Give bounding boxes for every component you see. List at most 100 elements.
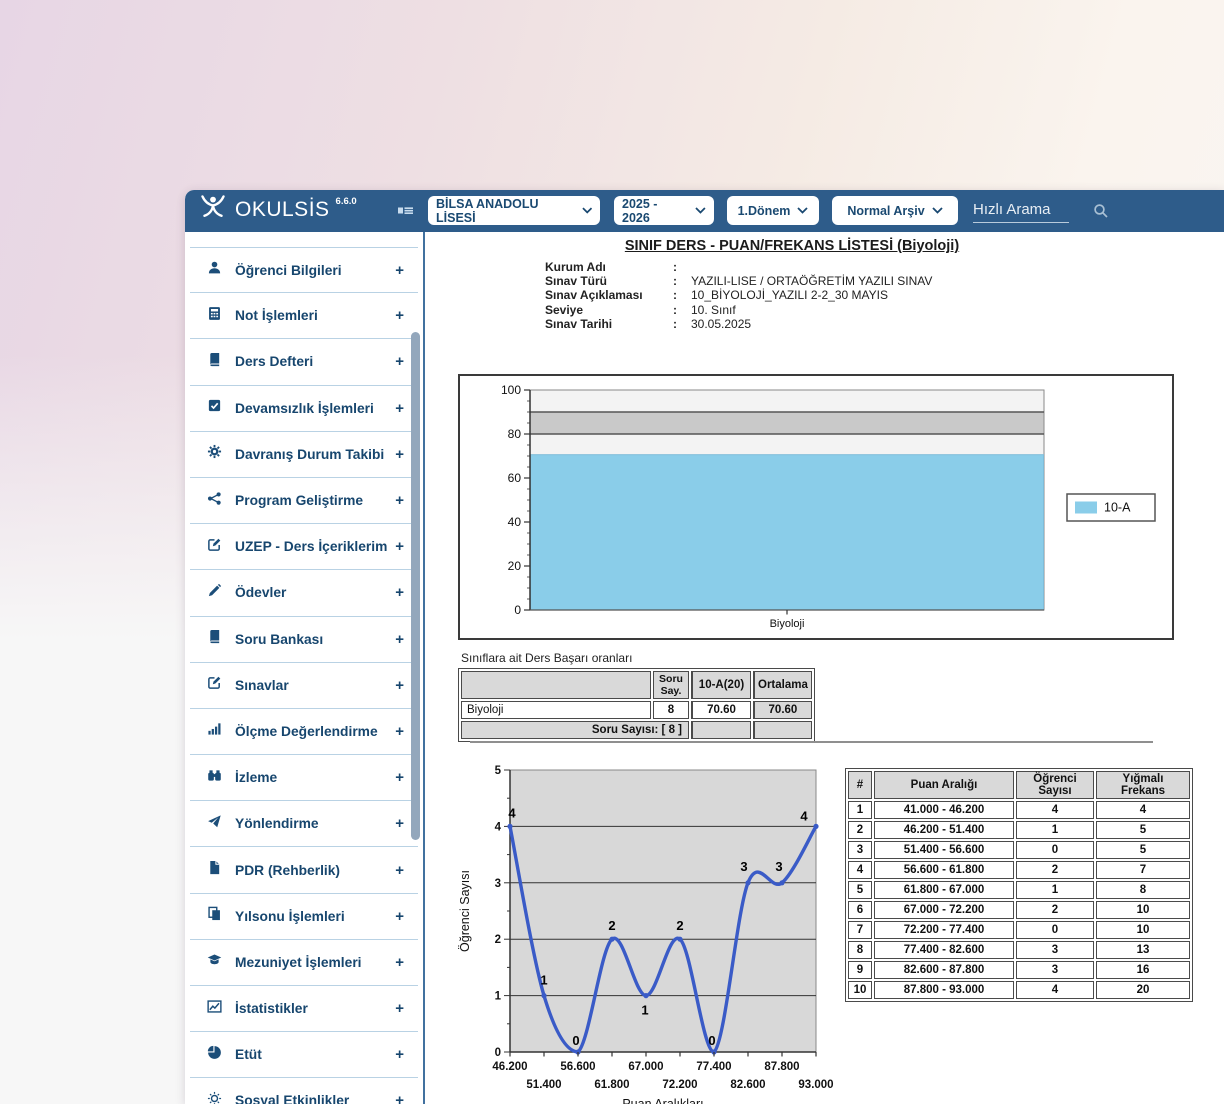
point-label: 2 <box>676 918 683 933</box>
bar-y-tick: 100 <box>501 383 521 397</box>
search-input[interactable] <box>973 197 1069 223</box>
school-year-value: 2025 - 2026 <box>622 197 688 225</box>
bar-y-tick: 20 <box>508 559 522 573</box>
celebration-icon <box>207 1091 222 1104</box>
sidebar-item-not-i-lemleri[interactable]: Not İşlemleri + <box>190 293 418 339</box>
freq-table-cell: 5 <box>1096 841 1190 859</box>
line-x-tick: 82.600 <box>730 1079 765 1091</box>
sidebar-item-soru-bankas-[interactable]: Soru Bankası+ <box>190 617 418 663</box>
sidebar-item-i-statistikler[interactable]: İstatistikler+ <box>190 986 418 1032</box>
expand-plus-icon[interactable]: + <box>395 353 404 370</box>
freq-table-row: 982.600 - 87.800316 <box>848 961 1190 979</box>
school-year-select[interactable]: 2025 - 2026 <box>614 196 714 225</box>
expand-plus-icon[interactable]: + <box>395 1000 404 1017</box>
freq-header-row: #Puan AralığıÖğrenci SayısıYığmalı Freka… <box>848 771 1190 799</box>
freq-table-cell: 4 <box>1016 981 1094 999</box>
school-select[interactable]: BİLSA ANADOLU LİSESİ <box>428 196 600 225</box>
info-separator: : <box>673 274 691 288</box>
bar-y-tick: 40 <box>508 515 522 529</box>
archive-select[interactable]: Normal Arşiv <box>832 196 958 225</box>
expand-plus-icon[interactable]: + <box>395 631 404 648</box>
search-icon[interactable] <box>1093 203 1109 219</box>
sidebar-item--l-me-de-erlendirme[interactable]: Ölçme Değerlendirme+ <box>190 709 418 755</box>
legend-label: 10-A <box>1104 501 1131 515</box>
sidebar-item-label: Ödevler <box>235 585 286 600</box>
menu-toggle-icon[interactable] <box>397 203 414 218</box>
sidebar-item-i-zleme[interactable]: İzleme+ <box>190 755 418 801</box>
freq-table-cell: 5 <box>1096 821 1190 839</box>
sidebar-item-program-geli-tirme[interactable]: Program Geliştirme+ <box>190 478 418 524</box>
line-y-tick: 0 <box>495 1047 501 1059</box>
point-label: 1 <box>641 1003 648 1018</box>
expand-plus-icon[interactable]: + <box>395 538 404 555</box>
sidebar-item-label: Not İşlemleri <box>235 308 318 323</box>
expand-plus-icon[interactable]: + <box>395 492 404 509</box>
sidebar-item-sosyal-etkinlikler[interactable]: Sosyal Etkinlikler+ <box>190 1078 418 1104</box>
sidebar-item-ders-defteri[interactable]: Ders Defteri+ <box>190 339 418 385</box>
expand-plus-icon[interactable]: + <box>395 677 404 694</box>
bar-y-tick: 80 <box>508 427 522 441</box>
expand-plus-icon[interactable]: + <box>395 262 404 279</box>
info-label: Sınav Tarihi <box>545 317 673 331</box>
network-icon <box>207 491 222 511</box>
sidebar-item-pdr-rehberlik-[interactable]: PDR (Rehberlik)+ <box>190 847 418 893</box>
expand-plus-icon[interactable]: + <box>395 446 404 463</box>
expand-plus-icon[interactable]: + <box>395 307 404 324</box>
expand-plus-icon[interactable]: + <box>395 908 404 925</box>
freq-table-row: 1087.800 - 93.000420 <box>848 981 1190 999</box>
sidebar-item-s-navlar[interactable]: Sınavlar+ <box>190 663 418 709</box>
sidebar-item--devler[interactable]: Ödevler + <box>190 570 418 616</box>
expand-plus-icon[interactable]: + <box>395 769 404 786</box>
freq-table-cell: 6 <box>848 901 872 919</box>
info-separator: : <box>673 317 691 331</box>
sidebar-item-davran-durum-takibi[interactable]: Davranış Durum Takibi + <box>190 432 418 478</box>
sidebar-item-uzep-ders-i-eriklerim[interactable]: UZEP - Ders İçeriklerim+ <box>190 524 418 570</box>
okulsis-logo[interactable]: OKULSİS 6.6.0 <box>197 194 357 226</box>
expand-plus-icon[interactable]: + <box>395 1092 404 1104</box>
success-cell-class-score: 70.60 <box>691 701 751 719</box>
expand-plus-icon[interactable]: + <box>395 954 404 971</box>
sidebar-item-mezuniyet-i-lemleri[interactable]: Mezuniyet İşlemleri+ <box>190 940 418 986</box>
sidebar-item--renci-bilgileri[interactable]: Öğrenci Bilgileri+ <box>190 247 418 293</box>
chevron-down-icon <box>582 207 592 214</box>
line-x-tick: 61.800 <box>594 1079 629 1091</box>
info-label: Sınav Açıklaması <box>545 288 673 302</box>
freq-table-cell: 77.400 - 82.600 <box>874 941 1014 959</box>
freq-table-cell: 3 <box>848 841 872 859</box>
freq-table-cell: 10 <box>848 981 872 999</box>
sidebar-nav: Öğrenci Bilgileri+Not İşlemleri+Ders Def… <box>185 232 425 1104</box>
sidebar-item-y-nlendirme[interactable]: Yönlendirme+ <box>190 801 418 847</box>
expand-plus-icon[interactable]: + <box>395 1046 404 1063</box>
freq-table-cell: 2 <box>1016 861 1094 879</box>
freq-table-cell: 3 <box>1016 941 1094 959</box>
success-bar-chart: 020406080100Biyoloji10-A <box>460 376 1172 638</box>
expand-plus-icon[interactable]: + <box>395 862 404 879</box>
copy-icon <box>207 906 222 926</box>
info-value: 10_BİYOLOJİ_YAZILI 2-2_30 MAYIS <box>691 288 888 302</box>
sidebar-item-y-lsonu-i-lemleri[interactable]: Yılsonu İşlemleri+ <box>190 894 418 940</box>
term-select[interactable]: 1.Dönem <box>727 196 819 225</box>
freq-table-cell: 67.000 - 72.200 <box>874 901 1014 919</box>
top-header-bar: OKULSİS 6.6.0 BİLSA ANADOLU LİSESİ 2025 … <box>185 190 1224 232</box>
freq-table-cell: 8 <box>1096 881 1190 899</box>
expand-plus-icon[interactable]: + <box>395 584 404 601</box>
freq-table-cell: 9 <box>848 961 872 979</box>
success-table-caption: Sınıflara ait Ders Başarı oranları <box>461 651 632 665</box>
success-footer-empty <box>753 721 812 739</box>
sidebar-scrollbar[interactable] <box>411 332 420 840</box>
freq-table-row: 772.200 - 77.400010 <box>848 921 1190 939</box>
expand-plus-icon[interactable]: + <box>395 815 404 832</box>
freq-header-cell: Öğrenci Sayısı <box>1016 771 1094 799</box>
sidebar-item-et-t[interactable]: Etüt+ <box>190 1032 418 1078</box>
file-icon <box>207 860 222 880</box>
sidebar-item-devams-zl-k-i-lemleri[interactable]: Devamsızlık İşlemleri+ <box>190 386 418 432</box>
freq-table-cell: 7 <box>1096 861 1190 879</box>
point-label: 1 <box>540 973 547 988</box>
info-label: Kurum Adı <box>545 260 673 274</box>
term-select-value: 1.Dönem <box>738 204 791 218</box>
info-value: 10. Sınıf <box>691 303 736 317</box>
expand-plus-icon[interactable]: + <box>395 723 404 740</box>
sidebar-item-label: Davranış Durum Takibi <box>235 447 384 462</box>
expand-plus-icon[interactable]: + <box>395 400 404 417</box>
freq-table-cell: 20 <box>1096 981 1190 999</box>
